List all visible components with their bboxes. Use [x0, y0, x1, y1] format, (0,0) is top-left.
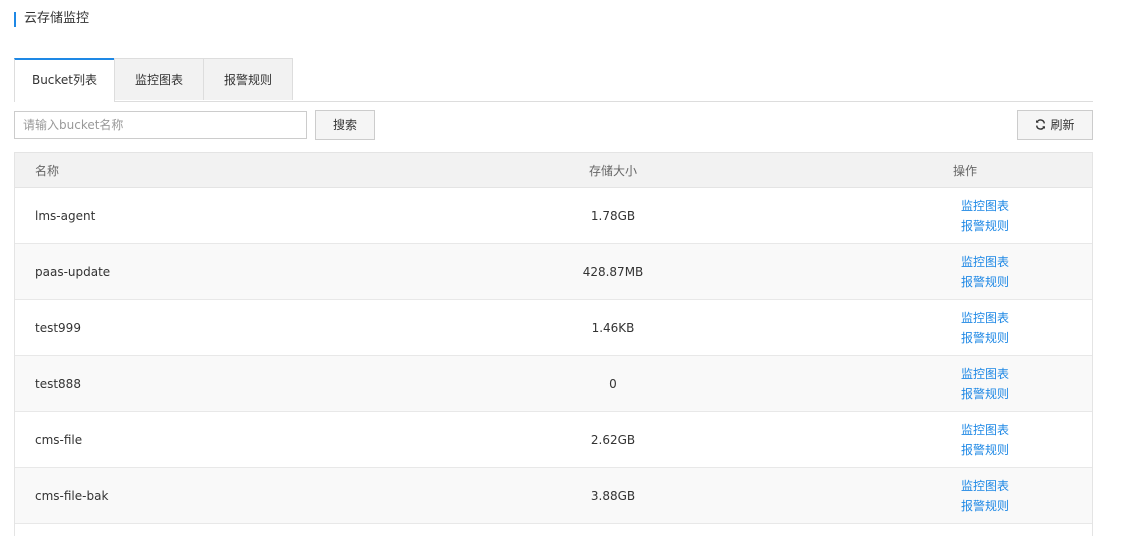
tab-monitor-charts[interactable]: 监控图表 — [114, 58, 204, 100]
monitor-chart-link[interactable]: 监控图表 — [961, 252, 1009, 272]
bucket-name: test888 — [35, 376, 81, 391]
bucket-size: 1.46KB — [591, 320, 635, 335]
bucket-size: 428.87MB — [582, 264, 644, 279]
header-size: 存储大小 — [588, 163, 637, 178]
table-row: lms-agent 1.78GB 监控图表 报警规则 — [15, 188, 1092, 244]
alarm-rule-link[interactable]: 报警规则 — [961, 328, 1009, 348]
refresh-icon — [1035, 112, 1046, 140]
tab-alarm-rules[interactable]: 报警规则 — [203, 58, 293, 100]
bucket-table: 名称 存储大小 操作 lms-agent 1.78GB 监控图表 报警规则 pa… — [14, 152, 1093, 536]
refresh-label: 刷新 — [1050, 118, 1075, 132]
bucket-name: lms-agent — [35, 208, 96, 223]
monitor-chart-link[interactable]: 监控图表 — [961, 308, 1009, 328]
bucket-size: 0 — [609, 376, 617, 391]
tab-bar: Bucket列表 监控图表 报警规则 — [14, 58, 1093, 102]
search-input[interactable] — [14, 111, 307, 139]
alarm-rule-link[interactable]: 报警规则 — [961, 440, 1009, 460]
table-row: test999 1.46KB 监控图表 报警规则 — [15, 300, 1092, 356]
refresh-button[interactable]: 刷新 — [1017, 110, 1093, 140]
bucket-name: test999 — [35, 320, 81, 335]
bucket-size: 2.62GB — [590, 432, 636, 447]
table-row: paas-update 428.87MB 监控图表 报警规则 — [15, 244, 1092, 300]
alarm-rule-link[interactable]: 报警规则 — [961, 272, 1009, 292]
search-button[interactable]: 搜索 — [315, 110, 375, 140]
alarm-rule-link[interactable]: 报警规则 — [961, 496, 1009, 516]
monitor-chart-link[interactable]: 监控图表 — [961, 364, 1009, 384]
table-row: test888 0 监控图表 报警规则 — [15, 356, 1092, 412]
header-op: 操作 — [953, 163, 978, 178]
bucket-size: 3.88GB — [590, 488, 636, 503]
table-row: cms-file-bak 3.88GB 监控图表 报警规则 — [15, 468, 1092, 524]
table-header: 名称 存储大小 操作 — [15, 153, 1092, 188]
bucket-size: 1.78GB — [590, 208, 636, 223]
monitor-chart-link[interactable]: 监控图表 — [961, 420, 1009, 440]
header-name: 名称 — [35, 163, 60, 178]
bucket-name: paas-update — [35, 264, 111, 279]
tab-bucket-list[interactable]: Bucket列表 — [14, 58, 115, 102]
alarm-rule-link[interactable]: 报警规则 — [961, 384, 1009, 404]
monitor-chart-link[interactable]: 监控图表 — [961, 476, 1009, 496]
bucket-name: cms-file — [35, 432, 83, 447]
monitor-chart-link[interactable]: 监控图表 — [961, 196, 1009, 216]
page-title: 云存储监控 — [14, 10, 89, 28]
table-row: cms-file 2.62GB 监控图表 报警规则 — [15, 412, 1092, 468]
bucket-name: cms-file-bak — [35, 488, 109, 503]
alarm-rule-link[interactable]: 报警规则 — [961, 216, 1009, 236]
